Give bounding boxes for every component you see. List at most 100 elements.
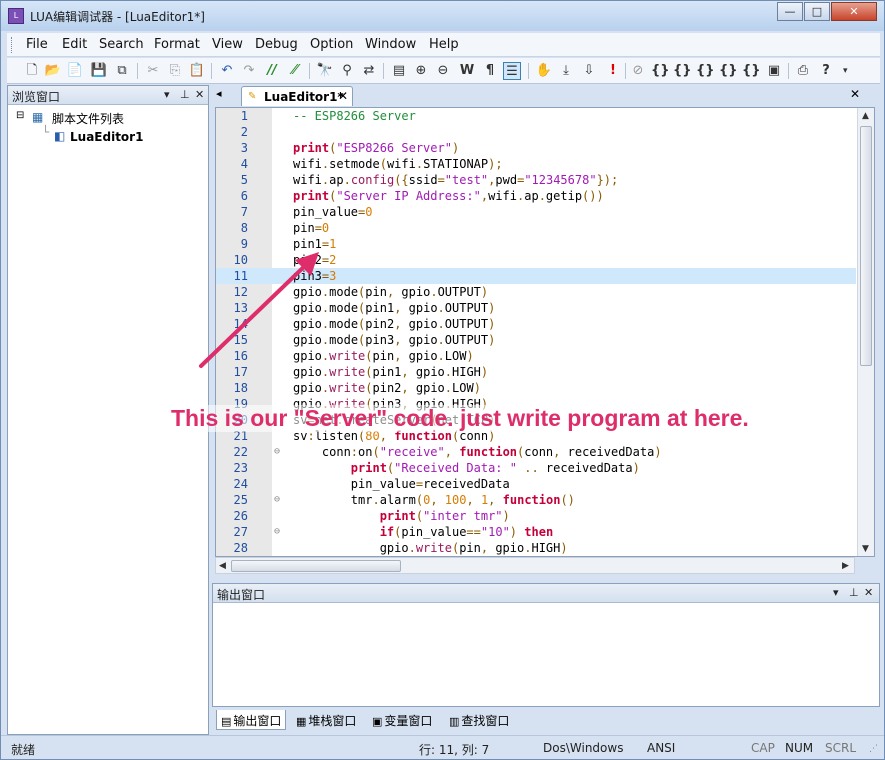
maximize-button[interactable]: □ [804,2,830,21]
output-pin-icon[interactable]: ⊥ [849,586,859,599]
brace-icon-1[interactable]: {} [651,62,670,80]
help-icon[interactable]: ? [817,62,835,80]
uncomment-icon[interactable]: ⁄⁄ [286,62,304,80]
screenshot-icon[interactable]: ▣ [765,62,783,80]
fold-marker-icon[interactable]: ⊖ [274,524,280,540]
find-next-icon[interactable]: ⚲ [338,62,356,80]
scroll-left-icon[interactable]: ◀ [219,561,226,571]
menu-view[interactable]: View [212,37,243,52]
code-text[interactable]: if(pin_value=="10") then [293,524,553,540]
menu-option[interactable]: Option [310,37,353,52]
menu-file[interactable]: File [26,37,48,52]
horizontal-scroll-thumb[interactable] [231,560,401,572]
tab-luaeditor1[interactable]: ✎ LuaEditor1* ✕ [241,86,353,106]
tree-collapse-icon[interactable]: ⊟ [16,110,24,121]
code-text[interactable]: print("Received Data: " .. receivedData) [293,460,640,476]
brace-icon-3[interactable]: {} [696,62,715,80]
code-text[interactable]: wifi.ap.config({ssid="test",pwd="1234567… [293,172,618,188]
fold-marker-icon[interactable]: ⊖ [274,492,280,508]
cut-icon[interactable]: ✂ [144,62,162,80]
save-all-icon[interactable]: ⧉ [113,62,131,80]
brace-icon-5[interactable]: {} [742,62,761,80]
code-text[interactable]: print("Server IP Address:",wifi.ap.getip… [293,188,604,204]
scroll-right-icon[interactable]: ▶ [842,561,849,571]
code-text[interactable]: tmr.alarm(0, 100, 1, function() [293,492,575,508]
code-text[interactable]: print("ESP8266 Server") [293,140,459,156]
code-text[interactable]: gpio.write(pin, gpio.HIGH) [293,540,568,556]
code-text[interactable]: -- ESP8266 Server [293,108,416,124]
tab-stack-window[interactable]: ▦ 堆栈窗口 [292,710,360,730]
resize-grip-icon[interactable]: ⋰ [869,744,878,754]
menu-format[interactable]: Format [154,37,200,52]
find-icon[interactable]: 🔭 [316,62,334,80]
code-line[interactable]: 18 gpio.write(pin2, gpio.LOW) [216,380,856,396]
run-icon[interactable]: ⇩ [580,62,598,80]
scroll-down-icon[interactable]: ▼ [862,544,869,554]
brace-icon-2[interactable]: {} [673,62,692,80]
menu-edit[interactable]: Edit [62,37,87,52]
hand-icon[interactable]: ✋ [535,62,553,80]
code-line[interactable]: 4 wifi.setmode(wifi.STATIONAP); [216,156,856,172]
code-line[interactable]: 8 pin=0 [216,220,856,236]
save-icon[interactable]: 💾 [90,62,108,80]
code-text[interactable]: pin_value=receivedData [293,476,510,492]
tab-output-window[interactable]: ▤ 输出窗口 [216,710,287,730]
bookmark-icon[interactable]: ▤ [390,62,408,80]
code-line[interactable]: 22 ⊖ conn:on("receive", function(conn, re… [216,444,856,460]
brace-icon-4[interactable]: {} [719,62,738,80]
vertical-scroll-thumb[interactable] [860,126,872,366]
word-wrap-icon[interactable]: W [458,62,476,80]
tab-close-icon[interactable]: ✕ [338,89,348,103]
minimize-button[interactable]: — [777,2,803,21]
toolbar-overflow-icon[interactable]: ▾ [843,66,853,78]
code-text[interactable]: conn:on("receive", function(conn, receiv… [293,444,662,460]
menu-help[interactable]: Help [429,37,459,52]
code-text[interactable]: gpio.write(pin2, gpio.LOW) [293,380,481,396]
tab-variable-window[interactable]: ▣ 变量窗口 [368,710,436,730]
code-line[interactable]: 27 ⊖ if(pin_value=="10") then [216,524,856,540]
panel-pin-icon[interactable]: ⊥ [180,88,190,101]
editor-close-icon[interactable]: ✕ [850,87,860,101]
output-close-icon[interactable]: ✕ [864,586,873,599]
tab-find-window[interactable]: ▥ 查找窗口 [445,710,513,730]
menu-debug[interactable]: Debug [255,37,298,52]
print-icon[interactable]: ⎙ [794,62,812,80]
code-line[interactable]: 6 print("Server IP Address:",wifi.ap.geti… [216,188,856,204]
stop-icon[interactable]: ⊘ [629,62,647,80]
fold-marker-icon[interactable]: ⊖ [274,444,280,460]
step-icon[interactable]: ⤓ [557,62,575,80]
redo-icon[interactable]: ↷ [240,62,258,80]
code-text[interactable]: print("inter tmr") [293,508,510,524]
panel-dropdown-icon[interactable]: ▾ [164,88,170,101]
replace-icon[interactable]: ⇄ [360,62,378,80]
code-text[interactable]: pin_value=0 [293,204,373,220]
code-line[interactable]: 23 print("Received Data: " .. receivedDa… [216,460,856,476]
zoom-out-icon[interactable]: ⊖ [434,62,452,80]
code-line[interactable]: 24 pin_value=receivedData [216,476,856,492]
indent-guide-icon[interactable]: ☰ [503,62,521,80]
paragraph-icon[interactable]: ¶ [481,62,499,80]
open-folder-icon[interactable]: 📂 [44,62,62,80]
tab-list-icon[interactable]: ◂ [216,87,222,100]
code-text[interactable]: wifi.setmode(wifi.STATIONAP); [293,156,503,172]
close-button[interactable]: ✕ [831,2,877,21]
code-line[interactable]: 3 print("ESP8266 Server") [216,140,856,156]
code-line[interactable]: 7 pin_value=0 [216,204,856,220]
open-file-icon[interactable]: 📄 [66,62,84,80]
vertical-scrollbar[interactable]: ▲ ▼ [857,108,874,556]
menu-window[interactable]: Window [365,37,416,52]
code-line[interactable]: 26 print("inter tmr") [216,508,856,524]
breakpoint-icon[interactable]: ! [604,62,622,80]
new-file-icon[interactable]: 🗋 [23,62,41,80]
code-line[interactable]: 28 gpio.write(pin, gpio.HIGH) [216,540,856,556]
undo-icon[interactable]: ↶ [218,62,236,80]
code-line[interactable]: 25 ⊖ tmr.alarm(0, 100, 1, function() [216,492,856,508]
output-dropdown-icon[interactable]: ▾ [833,586,839,599]
code-text[interactable]: pin=0 [293,220,329,236]
copy-icon[interactable]: ⎘ [166,62,184,80]
horizontal-scrollbar[interactable]: ◀ ▶ [215,557,855,574]
comment-icon[interactable]: // [263,62,281,80]
code-line[interactable]: 1 -- ESP8266 Server [216,108,856,124]
tree-root-label[interactable]: 脚本文件列表 [52,110,124,127]
panel-close-icon[interactable]: ✕ [195,88,204,101]
